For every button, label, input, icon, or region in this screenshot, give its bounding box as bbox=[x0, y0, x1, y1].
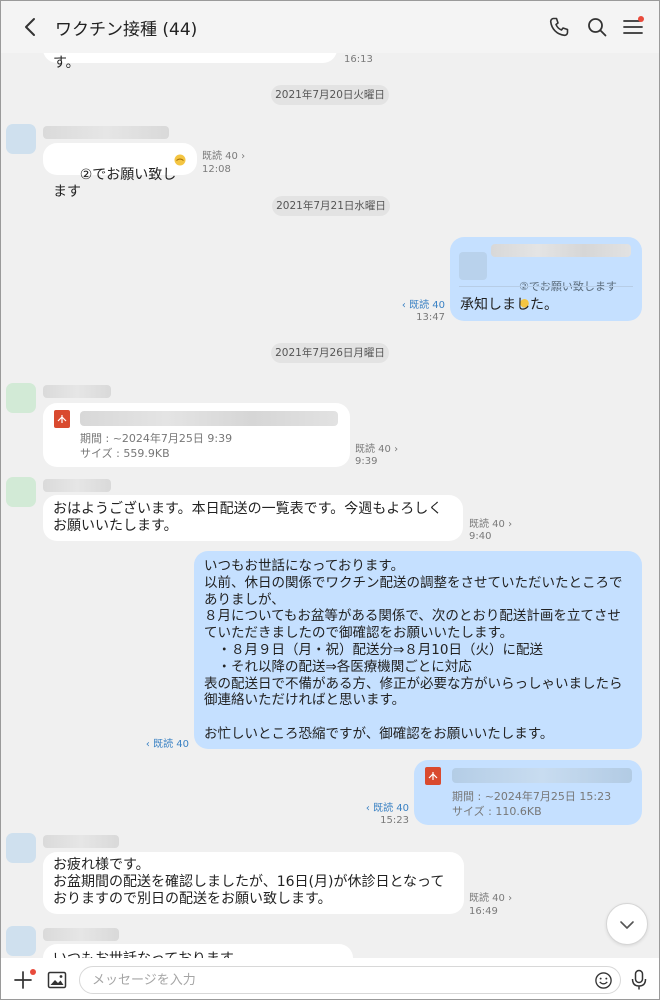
my-reply-bubble: ②でお願い致します 承知しました。 bbox=[450, 237, 642, 321]
avatar[interactable] bbox=[6, 926, 36, 956]
chat-screen: ワクチン接種 (44) 次回配送分から③で対応させていただきます。 16:13 … bbox=[0, 0, 660, 1000]
date-separator: 2021年7月21日水曜日 bbox=[272, 196, 390, 216]
sender-name-blurred bbox=[43, 126, 169, 139]
file-size: サイズ : 110.6KB bbox=[452, 805, 542, 818]
message-input[interactable] bbox=[92, 971, 572, 989]
date-separator: 2021年7月20日火曜日 bbox=[271, 85, 389, 105]
message-time: 9:39 bbox=[355, 456, 378, 467]
file-name-blurred bbox=[452, 768, 632, 783]
message-line: 表の配送日で不備がある方、修正が必要な方がいらっしゃいましたら御連絡いただければ… bbox=[204, 675, 623, 709]
quoted-sender-blurred bbox=[491, 244, 631, 257]
message-time: 9:40 bbox=[469, 531, 492, 542]
sender-name-blurred bbox=[43, 835, 119, 848]
date-separator: 2021年7月26日月曜日 bbox=[271, 343, 389, 363]
bowing-emoji-icon bbox=[174, 154, 186, 166]
read-receipt[interactable]: 既読 40 › bbox=[202, 150, 245, 163]
file-size: サイズ : 559.9KB bbox=[80, 447, 170, 460]
message-line bbox=[204, 709, 632, 726]
message-line: いつもお世話になっております。 bbox=[204, 558, 405, 574]
file-attachment-bubble[interactable]: 期間 : ~2024年7月25日 9:39 サイズ : 559.9KB bbox=[43, 403, 350, 467]
chat-title: ワクチン接種 (44) bbox=[55, 20, 198, 40]
message-time: 16:13 bbox=[344, 54, 373, 65]
message-time: 15:23 bbox=[380, 815, 409, 826]
avatar[interactable] bbox=[6, 833, 36, 863]
chat-header: ワクチン接種 (44) bbox=[1, 1, 659, 53]
avatar[interactable] bbox=[6, 124, 36, 154]
my-message-bubble: いつもお世話になっております。 以前、休日の関係でワクチン配送の調整をさせていた… bbox=[194, 551, 642, 749]
message-bubble: いつもお世話なっております。 bbox=[43, 944, 353, 958]
file-name-blurred bbox=[80, 411, 338, 426]
quoted-text: ②でお願い致します bbox=[491, 261, 617, 329]
read-receipt[interactable]: 既読 40 › bbox=[469, 892, 512, 905]
chevron-left-icon[interactable] bbox=[19, 15, 43, 39]
reply-divider bbox=[459, 286, 633, 287]
avatar[interactable] bbox=[6, 383, 36, 413]
scroll-to-bottom-button[interactable] bbox=[606, 903, 648, 945]
quoted-thumbnail bbox=[459, 252, 487, 280]
message-line: お忙しいところ恐縮ですが、御確認をお願いいたします。 bbox=[204, 725, 554, 742]
file-period: 期間 : ~2024年7月25日 15:23 bbox=[452, 790, 612, 803]
phone-icon[interactable] bbox=[547, 15, 571, 39]
message-text: ②でお願い致します bbox=[53, 167, 177, 200]
message-list[interactable]: 次回配送分から③で対応させていただきます。 16:13 2021年7月20日火曜… bbox=[1, 53, 659, 958]
pdf-icon bbox=[54, 410, 70, 428]
message-bubble: おはようございます。本日配送の一覧表です。今週もよろしくお願いいたします。 bbox=[43, 495, 463, 541]
message-bubble: 次回配送分から③で対応させていただきます。 bbox=[43, 53, 337, 71]
read-receipt[interactable]: ‹ 既読 40 bbox=[129, 738, 189, 751]
message-line: ・８月９日（月・祝）配送分⇒８月10日（火）に配送 bbox=[204, 641, 543, 658]
message-text: 承知しました。 bbox=[460, 297, 558, 313]
message-line: ・それ以降の配送⇒各医療機関ごとに対応 bbox=[204, 658, 472, 675]
sender-name-blurred bbox=[43, 479, 111, 492]
message-line: ８月についてもお盆等がある関係で、次のとおり配送計画を立てさせていただきましたの… bbox=[204, 608, 621, 642]
message-time: 12:08 bbox=[202, 164, 231, 175]
message-input-bar bbox=[1, 958, 659, 999]
sender-name-blurred bbox=[43, 385, 111, 398]
message-time: 13:47 bbox=[416, 312, 445, 323]
file-attachment-bubble[interactable]: 期間 : ~2024年7月25日 15:23 サイズ : 110.6KB bbox=[414, 760, 642, 825]
notification-dot bbox=[30, 969, 36, 975]
message-input-container bbox=[79, 966, 621, 994]
file-period: 期間 : ~2024年7月25日 9:39 bbox=[80, 432, 233, 445]
mic-icon[interactable] bbox=[630, 969, 648, 991]
emoji-icon[interactable] bbox=[594, 971, 613, 990]
chevron-down-icon bbox=[620, 921, 634, 929]
message-bubble: ②でお願い致します bbox=[43, 143, 197, 200]
sender-name-blurred bbox=[43, 928, 119, 941]
search-icon[interactable] bbox=[585, 15, 609, 39]
message-time: 16:49 bbox=[469, 906, 498, 917]
message-line: 以前、休日の関係でワクチン配送の調整をさせていただいたところでありましが、 bbox=[204, 574, 623, 608]
image-icon[interactable] bbox=[47, 971, 67, 989]
message-bubble: お疲れ様です。 お盆期間の配送を確認しましたが、16日(月)が休診日となっており… bbox=[43, 852, 464, 914]
pdf-icon bbox=[425, 767, 441, 785]
notification-dot bbox=[638, 16, 644, 22]
avatar[interactable] bbox=[6, 477, 36, 507]
